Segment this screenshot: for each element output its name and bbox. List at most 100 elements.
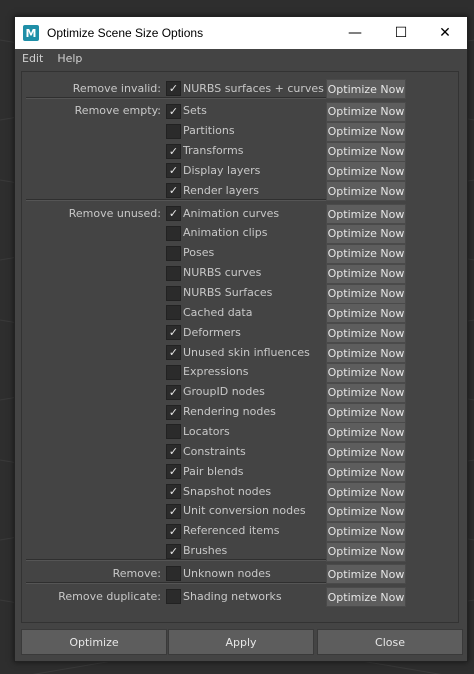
checkbox-checked[interactable]: ✓ xyxy=(166,103,181,119)
optimize-now-button[interactable]: Optimize Now xyxy=(326,161,406,182)
checkbox-unchecked[interactable] xyxy=(166,265,181,281)
checkbox-checked[interactable]: ✓ xyxy=(166,81,181,96)
check-icon: ✓ xyxy=(168,326,179,340)
close-window-button[interactable]: ✕ xyxy=(423,17,467,49)
optimize-now-button[interactable]: Optimize Now xyxy=(326,121,406,142)
window-title: Optimize Scene Size Options xyxy=(47,26,204,40)
option-label: Animation curves xyxy=(183,206,280,220)
option-row: ✓ Brushes Optimize Now xyxy=(26,541,416,562)
checkbox-checked[interactable]: ✓ xyxy=(166,523,181,539)
option-label: Display layers xyxy=(183,163,261,177)
checkbox-unchecked[interactable] xyxy=(166,245,181,261)
optimize-now-button[interactable]: Optimize Now xyxy=(326,462,406,483)
checkbox-checked[interactable]: ✓ xyxy=(166,404,181,420)
check-icon: ✓ xyxy=(168,164,179,178)
option-row: ✓ Deformers Optimize Now xyxy=(26,322,416,344)
checkbox-unchecked[interactable] xyxy=(166,305,181,321)
maximize-icon: ☐ xyxy=(394,25,408,41)
checkbox-checked[interactable]: ✓ xyxy=(166,183,181,199)
optimize-now-button[interactable]: Optimize Now xyxy=(326,482,406,502)
optimize-now-button[interactable]: Optimize Now xyxy=(326,303,406,324)
maya-app-icon: M xyxy=(23,25,39,41)
optimize-now-button[interactable]: Optimize Now xyxy=(326,422,406,443)
check-icon: ✓ xyxy=(168,405,179,419)
optimize-now-button[interactable]: Optimize Now xyxy=(326,223,406,244)
maximize-button[interactable]: ☐ xyxy=(379,17,423,49)
optimize-now-button[interactable]: Optimize Now xyxy=(326,263,406,284)
checkbox-checked[interactable]: ✓ xyxy=(166,163,181,179)
optimize-scene-size-window: M Optimize Scene Size Options — ☐ ✕ Edit… xyxy=(14,16,468,662)
option-label: Partitions xyxy=(183,124,235,138)
optimize-now-button[interactable]: Optimize Now xyxy=(326,521,406,542)
check-icon: ✓ xyxy=(168,82,179,95)
option-label: GroupID nodes xyxy=(183,385,265,399)
checkbox-unchecked[interactable] xyxy=(166,424,181,440)
checkbox-checked[interactable]: ✓ xyxy=(166,206,181,222)
checkbox-checked[interactable]: ✓ xyxy=(166,444,181,460)
option-label: Poses xyxy=(183,246,215,260)
option-row: Cached data Optimize Now xyxy=(26,302,416,324)
check-icon: ✓ xyxy=(168,104,179,118)
checkbox-checked[interactable]: ✓ xyxy=(166,543,181,559)
apply-button[interactable]: Apply xyxy=(168,629,314,655)
checkbox-unchecked[interactable] xyxy=(166,123,181,139)
option-row: ✓ Render layers Optimize Now xyxy=(26,180,416,202)
optimize-now-button[interactable]: Optimize Now xyxy=(326,181,406,202)
option-label: Unit conversion nodes xyxy=(183,504,306,518)
group-label: Remove: xyxy=(112,566,161,580)
optimize-now-button[interactable]: Optimize Now xyxy=(326,382,406,403)
check-icon: ✓ xyxy=(168,385,179,399)
checkbox-unchecked[interactable] xyxy=(166,225,181,241)
optimize-button[interactable]: Optimize xyxy=(21,629,167,655)
option-row: Remove invalid: ✓ NURBS surfaces + curves O… xyxy=(26,78,416,99)
menu-edit[interactable]: Edit xyxy=(15,52,50,65)
title-bar[interactable]: M Optimize Scene Size Options — ☐ ✕ xyxy=(15,17,467,49)
optimize-now-button[interactable]: Optimize Now xyxy=(326,362,406,383)
optimize-now-button[interactable]: Optimize Now xyxy=(326,501,406,522)
checkbox-unchecked[interactable] xyxy=(166,364,181,380)
optimize-now-button[interactable]: Optimize Now xyxy=(326,564,406,585)
checkbox-unchecked[interactable] xyxy=(166,589,181,605)
option-label: Sets xyxy=(183,104,207,118)
option-row: ✓ Rendering nodes Optimize Now xyxy=(26,402,416,423)
checkbox-unchecked[interactable] xyxy=(166,285,181,301)
optimize-now-button[interactable]: Optimize Now xyxy=(326,101,406,122)
close-button[interactable]: Close xyxy=(317,629,463,655)
option-row: ✓ Constraints Optimize Now xyxy=(26,441,416,463)
checkbox-checked[interactable]: ✓ xyxy=(166,325,181,341)
minimize-button[interactable]: — xyxy=(333,17,377,49)
optimize-now-button[interactable]: Optimize Now xyxy=(326,204,406,225)
checkbox-checked[interactable]: ✓ xyxy=(166,464,181,480)
option-row: ✓ Transforms Optimize Now xyxy=(26,141,416,162)
checkbox-unchecked[interactable] xyxy=(166,566,181,582)
option-row: ✓ Referenced items Optimize Now xyxy=(26,521,416,542)
optimize-now-button[interactable]: Optimize Now xyxy=(326,442,406,463)
checkbox-checked[interactable]: ✓ xyxy=(166,143,181,159)
option-row: ✓ Snapshot nodes Optimize Now xyxy=(26,481,416,502)
optimize-now-button[interactable]: Optimize Now xyxy=(326,541,406,562)
optimize-now-button[interactable]: Optimize Now xyxy=(326,79,406,99)
optimize-now-button[interactable]: Optimize Now xyxy=(326,323,406,344)
option-row: NURBS curves Optimize Now xyxy=(26,263,416,284)
option-row: Expressions Optimize Now xyxy=(26,362,416,383)
check-icon: ✓ xyxy=(168,445,179,459)
option-row: ✓ Pair blends Optimize Now xyxy=(26,461,416,483)
checkbox-checked[interactable]: ✓ xyxy=(166,384,181,400)
optimize-now-button[interactable]: Optimize Now xyxy=(326,141,406,162)
option-row: Remove: Unknown nodes Optimize Now xyxy=(26,563,416,585)
option-label: Expressions xyxy=(183,365,249,379)
checkbox-checked[interactable]: ✓ xyxy=(166,345,181,361)
optimize-now-button[interactable]: Optimize Now xyxy=(326,343,406,364)
menu-help[interactable]: Help xyxy=(50,52,89,65)
option-row: NURBS Surfaces Optimize Now xyxy=(26,283,416,304)
option-row: ✓ Unused skin influences Optimize Now xyxy=(26,342,416,364)
option-label: NURBS curves xyxy=(183,266,262,280)
optimize-now-button[interactable]: Optimize Now xyxy=(326,283,406,304)
optimize-now-button[interactable]: Optimize Now xyxy=(326,402,406,423)
checkbox-checked[interactable]: ✓ xyxy=(166,503,181,519)
option-label: NURBS surfaces + curves xyxy=(183,81,324,95)
option-label: Deformers xyxy=(183,325,241,339)
checkbox-checked[interactable]: ✓ xyxy=(166,484,181,499)
optimize-now-button[interactable]: Optimize Now xyxy=(326,587,406,608)
optimize-now-button[interactable]: Optimize Now xyxy=(326,243,406,264)
